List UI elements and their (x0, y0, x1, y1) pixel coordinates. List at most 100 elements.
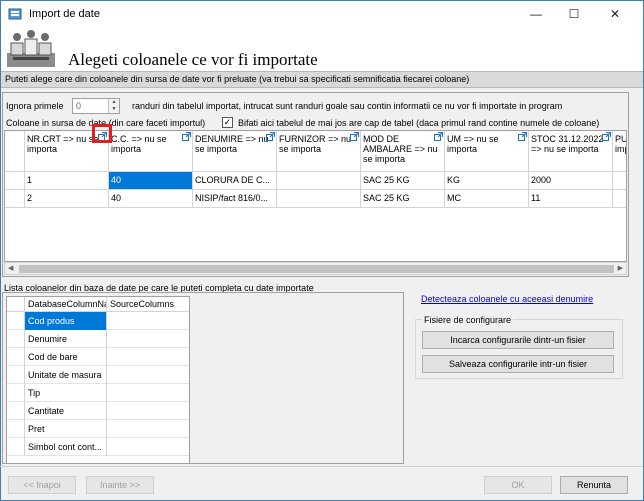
column-header-db[interactable]: DatabaseColumnNa (25, 297, 107, 312)
db-column-cell[interactable]: Unitate de masura (25, 366, 107, 384)
grid-cell[interactable]: SAC 25 KG (361, 172, 445, 190)
mapping-row[interactable]: Cod produs (7, 312, 189, 330)
ignore-rows-value: 0 (76, 101, 82, 111)
back-button[interactable]: << Inapoi (8, 476, 76, 494)
mapping-row[interactable]: Tip (7, 384, 189, 402)
column-header[interactable]: C.C. => nu se importa (109, 131, 193, 172)
header-checkbox[interactable]: ✓ (222, 117, 233, 128)
grid-cell[interactable]: 2000 (529, 172, 613, 190)
source-column-cell[interactable] (107, 402, 189, 420)
next-button[interactable]: Inainte >> (86, 476, 154, 494)
horizontal-scrollbar[interactable]: ◀ ▶ (4, 262, 627, 275)
db-column-cell[interactable]: Tip (25, 384, 107, 402)
row-header[interactable] (7, 330, 25, 348)
header-banner: Alegeti coloanele ce vor fi importate (1, 27, 643, 71)
ignore-rows-stepper[interactable]: 0 ▲ ▼ (72, 98, 120, 114)
row-header[interactable] (7, 312, 25, 330)
title-bar: Import de date — ☐ ✕ (1, 1, 643, 27)
grid-cell[interactable]: SAC 25 KG (361, 190, 445, 208)
scroll-left-icon[interactable]: ◀ (8, 264, 13, 272)
column-header[interactable]: DENUMIRE => nu se importa (193, 131, 277, 172)
row-header[interactable] (7, 348, 25, 366)
row-header-corner (5, 131, 25, 172)
minimize-button[interactable]: — (515, 1, 557, 27)
ok-button[interactable]: OK (484, 476, 552, 494)
grid-cell[interactable]: 11 (529, 190, 613, 208)
source-column-cell[interactable] (107, 348, 189, 366)
db-column-cell[interactable]: Denumire (25, 330, 107, 348)
mapping-row[interactable]: Denumire (7, 330, 189, 348)
grid-cell[interactable]: 2 (25, 190, 109, 208)
window-title: Import de date (29, 8, 100, 20)
source-column-cell[interactable] (107, 384, 189, 402)
column-header-source[interactable]: SourceColumns (107, 297, 189, 312)
app-icon (8, 8, 22, 20)
grid-cell[interactable]: KG (445, 172, 529, 190)
db-column-cell[interactable]: Simbol cont cont... (25, 438, 107, 456)
external-link-icon[interactable] (182, 132, 191, 141)
mapping-row[interactable]: Simbol cont cont... (7, 438, 189, 456)
footer-divider (0, 466, 642, 467)
grid-cell[interactable]: MC (445, 190, 529, 208)
external-link-icon[interactable] (518, 132, 527, 141)
highlight-marker (92, 124, 112, 143)
source-columns-grid[interactable]: NR.CRT => nu se importa C.C. => nu se im… (4, 130, 627, 262)
maximize-button[interactable]: ☐ (553, 1, 595, 27)
db-column-cell[interactable]: Cod de bare (25, 348, 107, 366)
column-header[interactable]: STOC 31.12.2022 => nu se importa (529, 131, 613, 172)
mapping-row[interactable]: Cantitate (7, 402, 189, 420)
grid-cell[interactable] (277, 172, 361, 190)
row-header[interactable] (5, 190, 25, 208)
close-button[interactable]: ✕ (594, 1, 636, 27)
source-column-cell[interactable] (107, 420, 189, 438)
row-header[interactable] (7, 438, 25, 456)
column-header[interactable]: PU importa (613, 131, 626, 172)
external-link-icon[interactable] (434, 132, 443, 141)
stepper-down-icon[interactable]: ▼ (109, 106, 119, 113)
ignore-label: Ignora primele (6, 101, 64, 111)
stepper-up-icon[interactable]: ▲ (109, 99, 119, 106)
column-header[interactable]: MOD DE AMBALARE => nu se importa (361, 131, 445, 172)
mapping-row[interactable]: Pret (7, 420, 189, 438)
source-column-cell[interactable] (107, 312, 189, 330)
mapping-grid[interactable]: DatabaseColumnNa SourceColumns Cod produ… (6, 296, 190, 464)
row-header[interactable] (7, 384, 25, 402)
cancel-button[interactable]: Renunta (560, 476, 628, 494)
external-link-icon[interactable] (602, 132, 611, 141)
grid-cell[interactable] (613, 172, 626, 190)
mapping-row[interactable]: Unitate de masura (7, 366, 189, 384)
db-column-cell[interactable]: Cantitate (25, 402, 107, 420)
external-link-icon[interactable] (266, 132, 275, 141)
grid-cell[interactable]: NISIP/fact 816/0... (193, 190, 277, 208)
column-header[interactable]: FURNIZOR => nu se importa (277, 131, 361, 172)
row-header[interactable] (7, 402, 25, 420)
grid-cell[interactable] (277, 190, 361, 208)
mapping-row[interactable]: Cod de bare (7, 348, 189, 366)
row-header[interactable] (7, 420, 25, 438)
column-header[interactable]: UM => nu se importa (445, 131, 529, 172)
row-header-corner (7, 297, 25, 312)
config-group-label: Fisiere de configurare (422, 315, 514, 325)
detect-columns-link[interactable]: Detecteaza coloanele cu aceeasi denumire (421, 294, 593, 304)
info-bar: Puteti alege care din coloanele din surs… (1, 71, 643, 88)
scroll-right-icon[interactable]: ▶ (618, 264, 623, 272)
ignore-suffix-label: randuri din tabelul importat, intrucat s… (132, 101, 563, 111)
grid-cell[interactable]: 40 (109, 172, 193, 190)
page-title: Alegeti coloanele ce vor fi importate (68, 50, 318, 69)
source-column-cell[interactable] (107, 330, 189, 348)
db-column-cell[interactable]: Pret (25, 420, 107, 438)
source-column-cell[interactable] (107, 438, 189, 456)
load-config-button[interactable]: Incarca configurarile dintr-un fisier (422, 331, 614, 349)
external-link-icon[interactable] (350, 132, 359, 141)
source-column-cell[interactable] (107, 366, 189, 384)
grid-cell[interactable] (613, 190, 626, 208)
grid-cell[interactable]: CLORURA DE C... (193, 172, 277, 190)
save-config-button[interactable]: Salveaza configurarile intr-un fisier (422, 355, 614, 373)
row-header[interactable] (7, 366, 25, 384)
stepper-buttons[interactable]: ▲ ▼ (108, 99, 119, 113)
scrollbar-thumb[interactable] (19, 265, 614, 273)
row-header[interactable] (5, 172, 25, 190)
grid-cell[interactable]: 40 (109, 190, 193, 208)
db-column-cell[interactable]: Cod produs (25, 312, 107, 330)
grid-cell[interactable]: 1 (25, 172, 109, 190)
